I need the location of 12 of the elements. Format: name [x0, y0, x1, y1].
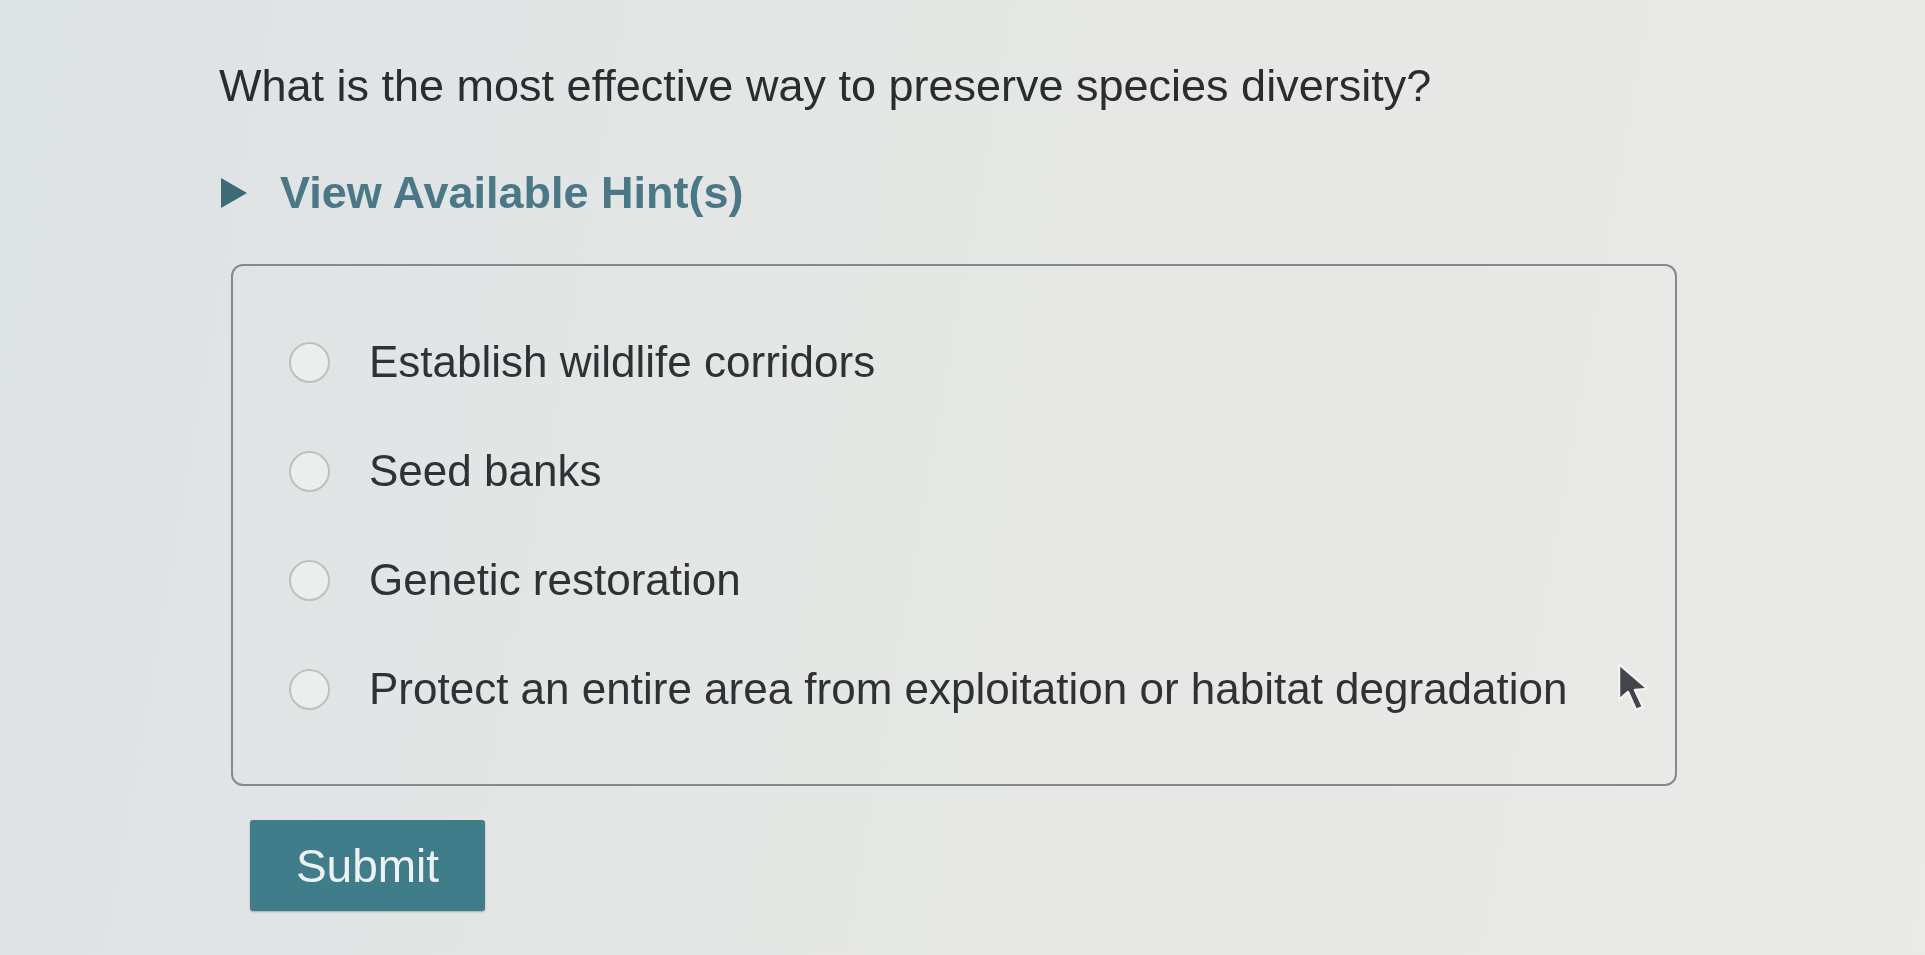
radio-button[interactable] [289, 668, 330, 710]
radio-button[interactable] [289, 450, 330, 492]
option-label[interactable]: Seed banks [369, 445, 602, 497]
radio-button[interactable] [289, 341, 330, 383]
submit-button[interactable]: Submit [250, 820, 485, 911]
option-label[interactable]: Protect an entire area from exploitation or habitat degradation [369, 663, 1568, 715]
option-label[interactable]: Establish wildlife corridors [369, 336, 876, 388]
question-text: What is the most effective way to preserve species diversity? [219, 60, 1432, 112]
option-label[interactable]: Genetic restoration [369, 554, 741, 606]
mouse-pointer-icon [1617, 662, 1651, 714]
radio-button[interactable] [289, 559, 330, 601]
hint-toggle[interactable]: View Available Hint(s) [221, 167, 744, 219]
